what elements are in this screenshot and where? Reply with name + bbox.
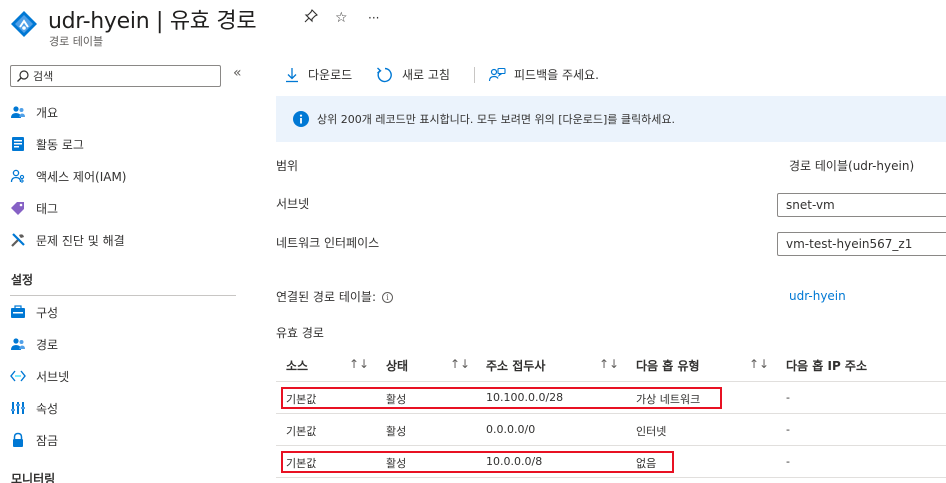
settings-section-header: 설정 xyxy=(11,273,34,287)
iam-icon xyxy=(10,168,26,184)
sidebar-item-label: 개요 xyxy=(36,105,59,120)
sort-source-icon[interactable]: ↑↓ xyxy=(349,357,369,371)
highlight-box-row1 xyxy=(281,387,722,409)
activity-log-icon xyxy=(10,136,26,152)
column-header-source[interactable]: 소스 xyxy=(286,357,308,374)
header-divider xyxy=(276,381,946,382)
sidebar-item-diagnose[interactable]: 문제 진단 및 해결 xyxy=(10,226,240,254)
feedback-icon xyxy=(488,67,506,83)
associated-route-table-link[interactable]: udr-hyein xyxy=(789,289,846,303)
wrench-icon xyxy=(10,232,26,248)
associated-route-table-row: 연결된 경로 테이블: i xyxy=(276,288,393,305)
column-header-state[interactable]: 상태 xyxy=(386,357,408,374)
row1-next-hop-ip: - xyxy=(786,391,790,404)
scope-label: 범위 xyxy=(276,159,299,173)
row2-prefix: 0.0.0.0/0 xyxy=(486,423,536,436)
sidebar-item-locks[interactable]: 잠금 xyxy=(10,426,240,454)
sidebar-item-activity-log[interactable]: 활동 로그 xyxy=(10,130,240,158)
section-divider xyxy=(10,295,236,296)
associated-route-table-label: 연결된 경로 테이블: xyxy=(276,290,376,304)
refresh-label: 새로 고침 xyxy=(402,68,450,82)
row2-next-hop-ip: - xyxy=(786,423,790,436)
sidebar-item-properties[interactable]: 속성 xyxy=(10,394,240,422)
network-interface-dropdown[interactable]: vm-test-hyein567_z1 xyxy=(777,232,946,256)
configuration-icon xyxy=(10,304,26,320)
sidebar-item-label: 잠금 xyxy=(36,433,59,448)
sidebar-item-routes[interactable]: 경로 xyxy=(10,330,240,358)
refresh-icon xyxy=(376,66,394,83)
subnet-label: 서브넷 xyxy=(276,197,310,211)
sidebar-item-subnets[interactable]: 서브넷 xyxy=(10,362,240,390)
sort-state-icon[interactable]: ↑↓ xyxy=(450,357,470,371)
subnet-icon xyxy=(10,368,26,384)
info-tooltip-icon[interactable]: i xyxy=(382,292,393,303)
sidebar-item-overview[interactable]: 개요 xyxy=(10,98,240,126)
feedback-button[interactable]: 피드백을 주세요. xyxy=(488,66,599,83)
search-input[interactable] xyxy=(33,67,213,85)
search-icon xyxy=(17,70,29,82)
routes-icon xyxy=(10,336,26,352)
row-divider xyxy=(276,477,946,478)
subnet-dropdown[interactable]: snet-vm xyxy=(777,193,946,217)
info-message-bar: 상위 200개 레코드만 표시합니다. 모두 보려면 위의 [다운로드]를 클릭… xyxy=(276,96,946,142)
row2-source: 기본값 xyxy=(286,425,317,438)
row-divider xyxy=(276,413,946,414)
command-bar: 다운로드 새로 고침 피드백을 주세요. xyxy=(276,60,946,90)
sidebar-item-label: 활동 로그 xyxy=(36,137,84,152)
column-header-address-prefix[interactable]: 주소 접두사 xyxy=(486,357,545,374)
page-title: udr-hyein | 유효 경로 xyxy=(48,9,257,34)
sidebar-item-configuration[interactable]: 구성 xyxy=(10,298,240,326)
sidebar-item-tags[interactable]: 태그 xyxy=(10,194,240,222)
toolbar-separator xyxy=(474,67,475,83)
sidebar: « 개요 활동 로그 액세스 제어(IAM) 태그 문제 진단 및 해결 설정 xyxy=(0,56,250,483)
row-divider xyxy=(276,445,946,446)
download-icon xyxy=(284,67,300,83)
info-icon xyxy=(293,111,309,127)
download-button[interactable]: 다운로드 xyxy=(284,66,352,83)
row2-state: 활성 xyxy=(386,425,407,438)
feedback-label: 피드백을 주세요. xyxy=(514,68,599,82)
collapse-sidebar-icon[interactable]: « xyxy=(233,65,242,81)
pin-icon[interactable] xyxy=(304,9,318,28)
lock-icon xyxy=(10,432,26,448)
sidebar-item-label: 속성 xyxy=(36,401,59,416)
sidebar-item-label: 액세스 제어(IAM) xyxy=(36,169,127,184)
sidebar-item-label: 구성 xyxy=(36,305,59,320)
column-header-next-hop-ip[interactable]: 다음 홉 IP 주소 xyxy=(786,357,867,374)
column-header-next-hop-type[interactable]: 다음 홉 유형 xyxy=(636,357,700,374)
properties-icon xyxy=(10,400,26,416)
sidebar-item-label: 태그 xyxy=(36,201,59,216)
sidebar-item-label: 경로 xyxy=(36,337,59,352)
highlight-box-row3 xyxy=(281,451,674,473)
scope-value: 경로 테이블(udr-hyein) xyxy=(789,159,915,173)
info-message-text: 상위 200개 레코드만 표시합니다. 모두 보려면 위의 [다운로드]를 클릭… xyxy=(317,113,676,126)
download-label: 다운로드 xyxy=(308,68,353,82)
favorite-star-icon[interactable]: ☆ xyxy=(335,9,348,27)
effective-routes-title: 유효 경로 xyxy=(276,326,324,340)
row2-next-hop-type: 인터넷 xyxy=(636,425,667,438)
sidebar-item-label: 서브넷 xyxy=(36,369,70,384)
sort-prefix-icon[interactable]: ↑↓ xyxy=(599,357,619,371)
refresh-button[interactable]: 새로 고침 xyxy=(376,66,450,83)
page-subtitle: 경로 테이블 xyxy=(49,35,104,48)
sidebar-search[interactable] xyxy=(10,65,221,87)
overview-icon xyxy=(10,104,26,120)
more-options-icon[interactable]: ··· xyxy=(368,9,379,27)
sidebar-item-iam[interactable]: 액세스 제어(IAM) xyxy=(10,162,240,190)
sidebar-item-label: 문제 진단 및 해결 xyxy=(36,233,125,248)
tag-icon xyxy=(10,200,26,216)
page-header: udr-hyein | 유효 경로 경로 테이블 ☆ ··· xyxy=(0,0,946,52)
monitoring-section-header: 모니터링 xyxy=(11,472,56,483)
sort-next-hop-type-icon[interactable]: ↑↓ xyxy=(749,357,769,371)
route-table-icon xyxy=(11,11,37,37)
row3-next-hop-ip: - xyxy=(786,455,790,468)
network-interface-label: 네트워크 인터페이스 xyxy=(276,236,380,250)
